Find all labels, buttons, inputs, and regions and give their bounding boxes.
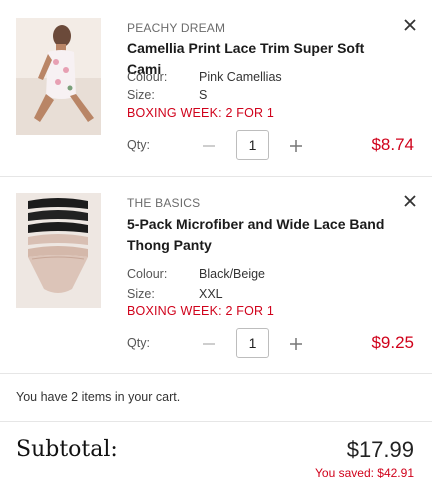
product-title[interactable]: 5-Pack Microfiber and Wide Lace Band Tho… [127,214,397,256]
minus-icon[interactable] [202,337,216,351]
quantity-field[interactable]: 1 [236,328,269,358]
size-label: Size: [127,88,155,102]
minus-icon[interactable] [202,139,216,153]
item-price: $8.74 [371,135,414,154]
divider [0,421,432,422]
cart-item: THE BASICS 5-Pack Microfiber and Wide La… [0,177,432,374]
qty-label: Qty: [127,336,150,350]
quantity-field[interactable]: 1 [236,130,269,160]
product-image[interactable] [16,193,101,308]
product-brand: THE BASICS [127,196,201,210]
colour-label: Colour: [127,267,168,281]
colour-label: Colour: [127,70,168,84]
plus-icon[interactable] [289,139,303,153]
subtotal-value: $17.99 [346,437,414,462]
subtotal-label: Subtotal: [16,437,118,462]
savings-text: You saved: $42.91 [315,466,414,480]
promo-text: BOXING WEEK: 2 FOR 1 [127,304,275,318]
size-value: S [199,88,208,102]
size-label: Size: [127,287,155,301]
colour-value: Black/Beige [199,267,266,281]
cart-item-count: You have 2 items in your cart. [16,390,181,404]
qty-label: Qty: [127,138,150,152]
product-image[interactable] [16,18,101,135]
item-price: $9.25 [371,333,414,352]
close-icon[interactable] [404,19,416,31]
size-value: XXL [199,287,223,301]
cart-item: PEACHY DREAM Camellia Print Lace Trim Su… [0,0,432,177]
promo-text: BOXING WEEK: 2 FOR 1 [127,106,275,120]
close-icon[interactable] [404,195,416,207]
plus-icon[interactable] [289,337,303,351]
product-brand: PEACHY DREAM [127,21,226,35]
colour-value: Pink Camellias [199,70,282,84]
